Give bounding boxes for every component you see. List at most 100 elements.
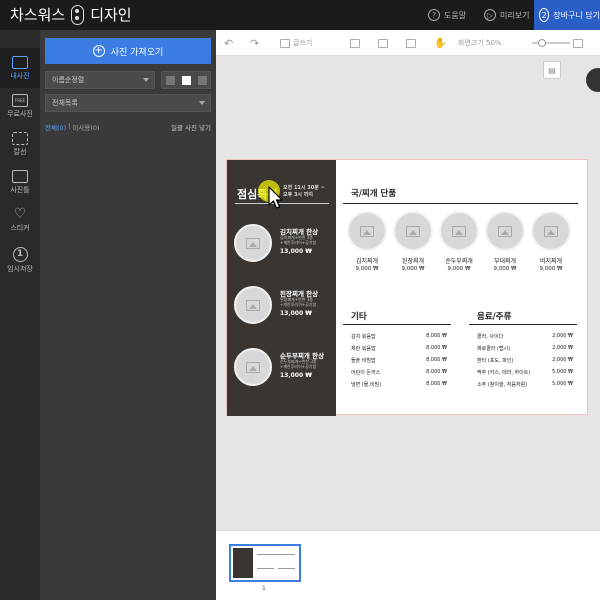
help-label: 도움말 xyxy=(444,10,467,20)
special-desc-line: +계란후라이+공기밥 xyxy=(280,364,317,369)
filter-all-link[interactable]: 전체(0) xyxy=(45,122,66,132)
photo-placeholder[interactable] xyxy=(439,211,479,251)
special-desc-line: +계란후라이+공기밥 xyxy=(280,302,317,307)
add-text-button[interactable]: 글쓰기 xyxy=(280,30,312,56)
special-price: 13,000 ₩ xyxy=(280,310,312,317)
soup-item[interactable]: 비지찌개 9,000 ₩ xyxy=(530,211,572,272)
photo-placeholder[interactable] xyxy=(234,224,272,262)
menu-row[interactable]: 소주 (참이슬, 처음처럼) 5,000 ₩ xyxy=(477,381,573,388)
image-icon xyxy=(498,225,512,237)
soup-item[interactable]: 순두부찌개 9,000 ₩ xyxy=(438,211,480,272)
sidebar-item-my-photos[interactable]: 내사진 xyxy=(0,48,40,88)
image-icon xyxy=(406,225,420,237)
menu-row[interactable]: 냉면 (물,비빔) 8,000 ₩ xyxy=(351,381,447,388)
undo-button[interactable]: ↶ xyxy=(224,30,233,56)
zoom-slider[interactable] xyxy=(532,39,570,47)
sidebar-item-label: 무료사진 xyxy=(7,109,33,118)
align-icon xyxy=(350,38,360,48)
grid-view-icon[interactable] xyxy=(181,75,191,85)
image-icon xyxy=(246,299,260,311)
redo-button[interactable]: ↷ xyxy=(250,30,259,56)
lunch-time-text[interactable]: 오전 11시 30분 ~ 오후 3시 까지 xyxy=(283,185,325,199)
layer-button[interactable] xyxy=(406,30,416,56)
zoom-slider-handle[interactable] xyxy=(538,39,546,47)
cart-label: 장바구니 담기 xyxy=(553,10,600,20)
soup-price: 9,000 ₩ xyxy=(493,266,517,272)
page-thumbnail[interactable] xyxy=(229,544,301,582)
page-settings-icon[interactable]: ▤ xyxy=(543,61,561,79)
fit-screen-icon xyxy=(573,38,583,48)
special-desc: 순두부찌개+반찬 3종 +계란후라이+공기밥 xyxy=(280,359,317,369)
step-number-icon: 2 xyxy=(539,8,550,22)
help-button[interactable]: ? 도움말 xyxy=(428,0,466,30)
photo-placeholder[interactable] xyxy=(234,286,272,324)
menu-row[interactable]: 김치 볶음밥 8,000 ₩ xyxy=(351,333,447,340)
special-price: 13,000 ₩ xyxy=(280,372,312,379)
menu-row[interactable]: 제란 볶음밥 8,000 ₩ xyxy=(351,345,447,352)
sidebar-item-stickers[interactable]: ♡ 스티커 xyxy=(0,200,40,240)
sidebar-item-temp-save[interactable]: 1 임시저장 xyxy=(0,240,40,280)
special-item[interactable]: 순두부찌개 한상 순두부찌개+반찬 3종 +계란후라이+공기밥 13,000 ₩ xyxy=(234,348,334,392)
etc-section-title[interactable]: 기타 xyxy=(351,310,367,322)
divider xyxy=(343,324,451,325)
undo-icon: ↶ xyxy=(224,36,234,50)
photo-placeholder[interactable] xyxy=(393,211,433,251)
align-button[interactable] xyxy=(350,30,360,56)
text-box-icon xyxy=(280,38,290,48)
menu-item-price: 5,000 ₩ xyxy=(552,369,573,375)
play-icon: ▷ xyxy=(484,9,496,21)
menu-row[interactable]: 돌솥 비빔밥 8,000 ₩ xyxy=(351,357,447,364)
sort-select[interactable]: 이름순정렬 xyxy=(45,71,155,89)
soup-item[interactable]: 부대찌개 9,000 ₩ xyxy=(484,211,526,272)
sidebar-item-cut-line[interactable]: 칼선 xyxy=(0,124,40,164)
soup-name: 순두부찌개 xyxy=(445,258,473,265)
sidebar-item-frames[interactable]: 사진틀 xyxy=(0,162,40,202)
add-to-cart-button[interactable]: 2 장바구니 담기 xyxy=(534,0,600,30)
menu-item-price: 2,000 ₩ xyxy=(552,333,573,339)
import-photo-button[interactable]: + 사진 가져오기 xyxy=(45,38,211,64)
special-item[interactable]: 된장찌개 한상 된장찌개+반찬 3종 +계란후라이+공기밥 13,000 ₩ xyxy=(234,286,334,330)
image-icon xyxy=(246,361,260,373)
plus-icon: + xyxy=(92,45,105,57)
photo-placeholder[interactable] xyxy=(234,348,272,386)
soup-item[interactable]: 김치찌개 9,000 ₩ xyxy=(346,211,388,272)
soup-section-title[interactable]: 국/찌개 단품 xyxy=(351,187,396,199)
filter-unused-link[interactable]: 미사용(0) xyxy=(72,122,99,132)
soup-name: 된장찌개 xyxy=(401,258,425,265)
list-view-icon[interactable] xyxy=(197,75,207,85)
add-text-label: 글쓰기 xyxy=(293,39,313,47)
menu-item-name: 환타 (포도, 파인) xyxy=(477,358,514,364)
soup-item[interactable]: 된장찌개 9,000 ₩ xyxy=(392,211,434,272)
drink-section-title[interactable]: 음료/주류 xyxy=(477,310,511,322)
crop-button[interactable] xyxy=(378,30,388,56)
special-item[interactable]: 김치찌개 한상 김치찌개+반찬 3종 +계란후라이+공기밥 13,000 ₩ xyxy=(234,224,334,268)
menu-row[interactable]: 어린이 돈까스 8,000 ₩ xyxy=(351,369,447,376)
large-view-icon[interactable] xyxy=(165,75,175,85)
menu-row[interactable]: 맥주 (카스, 테라, 하이트) 5,000 ₩ xyxy=(477,369,573,376)
menu-item-price: 5,000 ₩ xyxy=(552,381,573,387)
photo-icon xyxy=(12,55,28,69)
lunch-time-line: 오후 3시 까지 xyxy=(283,192,313,198)
preview-button[interactable]: ▷ 미리보기 xyxy=(484,0,529,30)
folder-select[interactable]: 전체목록 xyxy=(45,94,211,112)
sidebar-item-free-photos[interactable]: FREE 무료사진 xyxy=(0,86,40,126)
fit-screen-button[interactable] xyxy=(573,30,583,56)
bulk-insert-button[interactable]: 일괄 사진 넣기 xyxy=(171,122,211,132)
brand-logo[interactable]: 차스워스 디자인 xyxy=(10,4,132,25)
photo-panel: + 사진 가져오기 이름순정렬 전체목록 전체(0) | 미사용(0) 일괄 사… xyxy=(40,30,216,600)
menu-item-name: 김치 볶음밥 xyxy=(351,334,376,340)
menu-row[interactable]: 제로콜라 (펩시) 2,000 ₩ xyxy=(477,345,573,352)
menu-item-name: 냉면 (물,비빔) xyxy=(351,382,382,388)
hand-icon: ✋ xyxy=(434,37,447,49)
chevron-down-icon xyxy=(199,101,205,105)
photo-placeholder[interactable] xyxy=(531,211,571,251)
menu-row[interactable]: 환타 (포도, 파인) 2,000 ₩ xyxy=(477,357,573,364)
menu-item-price: 8,000 ₩ xyxy=(426,369,447,375)
pan-button[interactable]: ✋ xyxy=(434,30,446,56)
photo-placeholder[interactable] xyxy=(347,211,387,251)
view-mode-toggle xyxy=(161,71,211,89)
sidebar-item-label: 스티커 xyxy=(10,224,30,232)
menu-row[interactable]: 콜라, 사이다 2,000 ₩ xyxy=(477,333,573,340)
app-root: 차스워스 디자인 ? 도움말 ▷ 미리보기 2 장바구니 담기 내사진 FREE… xyxy=(0,0,600,600)
photo-placeholder[interactable] xyxy=(485,211,525,251)
